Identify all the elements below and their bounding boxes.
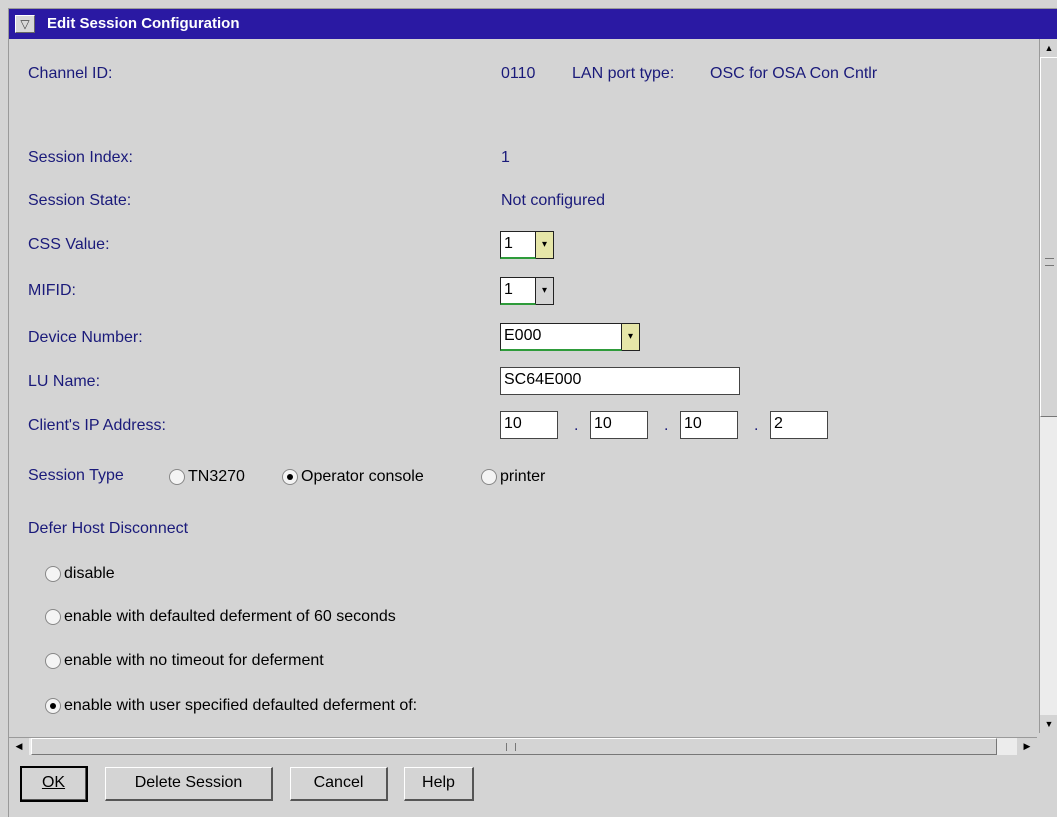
device-number-combo[interactable]: E000 ▾ (500, 323, 640, 351)
ip-separator: . (664, 417, 669, 434)
radio-off-icon[interactable] (45, 609, 61, 625)
defer-60-seconds-radio[interactable]: enable with defaulted deferment of 60 se… (45, 608, 396, 626)
css-value-label: CSS Value: (28, 236, 110, 253)
client-ip-octet-3[interactable]: 10 (680, 411, 738, 439)
radio-off-icon[interactable] (169, 469, 185, 485)
vertical-scroll-thumb[interactable] (1040, 57, 1057, 417)
edit-session-dialog: ▽ Edit Session Configuration Channel ID:… (8, 8, 1057, 817)
client-ip-label: Client's IP Address: (28, 417, 166, 434)
radio-on-icon[interactable] (45, 698, 61, 714)
scroll-left-icon[interactable]: ◀ (9, 738, 29, 755)
defer-disable-radio[interactable]: disable (45, 565, 115, 583)
button-bar: OK Delete Session Cancel Help (9, 757, 1057, 817)
mifid-dropdown-icon[interactable]: ▾ (536, 277, 554, 305)
defer-60-seconds-label: enable with defaulted deferment of 60 se… (64, 608, 396, 625)
defer-user-specified-label: enable with user specified defaulted def… (64, 697, 418, 714)
defer-user-specified-radio[interactable]: enable with user specified defaulted def… (45, 697, 417, 715)
title-bar[interactable]: ▽ Edit Session Configuration (9, 9, 1057, 39)
device-number-dropdown-icon[interactable]: ▾ (622, 323, 640, 351)
session-index-value: 1 (501, 149, 510, 166)
vertical-scrollbar[interactable]: ▲ ▼ (1039, 39, 1057, 733)
radio-off-icon[interactable] (45, 566, 61, 582)
lan-port-type-label: LAN port type: (572, 65, 675, 82)
lu-name-input[interactable]: SC64E000 (500, 367, 740, 395)
ok-button[interactable]: OK (20, 766, 88, 802)
mifid-combo[interactable]: 1 ▾ (500, 277, 554, 305)
session-type-tn3270-label: TN3270 (188, 468, 245, 485)
system-menu-icon[interactable]: ▽ (15, 15, 35, 33)
defer-host-disconnect-label: Defer Host Disconnect (28, 520, 189, 537)
scroll-right-icon[interactable]: ▶ (1017, 738, 1037, 755)
mifid-label: MIFID: (28, 282, 76, 299)
scroll-down-icon[interactable]: ▼ (1040, 715, 1057, 733)
dialog-content: Channel ID: 0110 LAN port type: OSC for … (9, 39, 1037, 733)
horizontal-scrollbar[interactable]: ◀ ▶ (9, 737, 1037, 755)
client-ip-octet-1[interactable]: 10 (500, 411, 558, 439)
cancel-button[interactable]: Cancel (290, 767, 388, 801)
client-ip-octet-4[interactable]: 2 (770, 411, 828, 439)
channel-id-label: Channel ID: (28, 65, 113, 82)
delete-session-button[interactable]: Delete Session (105, 767, 273, 801)
css-value-combo[interactable]: 1 ▾ (500, 231, 554, 259)
session-type-operator-console-radio[interactable]: Operator console (282, 468, 424, 486)
lu-name-label: LU Name: (28, 373, 101, 390)
help-button[interactable]: Help (404, 767, 474, 801)
defer-no-timeout-label: enable with no timeout for deferment (64, 652, 324, 669)
radio-on-icon[interactable] (282, 469, 298, 485)
radio-off-icon[interactable] (45, 653, 61, 669)
session-type-label: Session Type (28, 467, 124, 484)
horizontal-scroll-thumb[interactable] (31, 738, 997, 755)
session-type-printer-radio[interactable]: printer (481, 468, 545, 486)
defer-no-timeout-radio[interactable]: enable with no timeout for deferment (45, 652, 324, 670)
session-type-printer-label: printer (500, 468, 546, 485)
scroll-grip-icon (1045, 258, 1054, 266)
session-type-tn3270-radio[interactable]: TN3270 (169, 468, 245, 486)
session-index-label: Session Index: (28, 149, 133, 166)
ip-separator: . (574, 417, 579, 434)
device-number-field[interactable]: E000 (500, 323, 622, 351)
session-state-label: Session State: (28, 192, 132, 209)
channel-id-value: 0110 (501, 65, 536, 82)
mifid-field[interactable]: 1 (500, 277, 536, 305)
css-value-field[interactable]: 1 (500, 231, 536, 259)
session-state-value: Not configured (501, 192, 606, 209)
defer-disable-label: disable (64, 565, 115, 582)
lan-port-type-value: OSC for OSA Con Cntlr (710, 65, 878, 82)
ip-separator: . (754, 417, 759, 434)
session-type-operator-console-label: Operator console (301, 468, 424, 485)
client-ip-octet-2[interactable]: 10 (590, 411, 648, 439)
css-value-dropdown-icon[interactable]: ▾ (536, 231, 554, 259)
window-title: Edit Session Configuration (47, 15, 240, 32)
device-number-label: Device Number: (28, 329, 143, 346)
radio-off-icon[interactable] (481, 469, 497, 485)
scroll-up-icon[interactable]: ▲ (1040, 39, 1057, 57)
scroll-grip-icon (506, 743, 516, 751)
